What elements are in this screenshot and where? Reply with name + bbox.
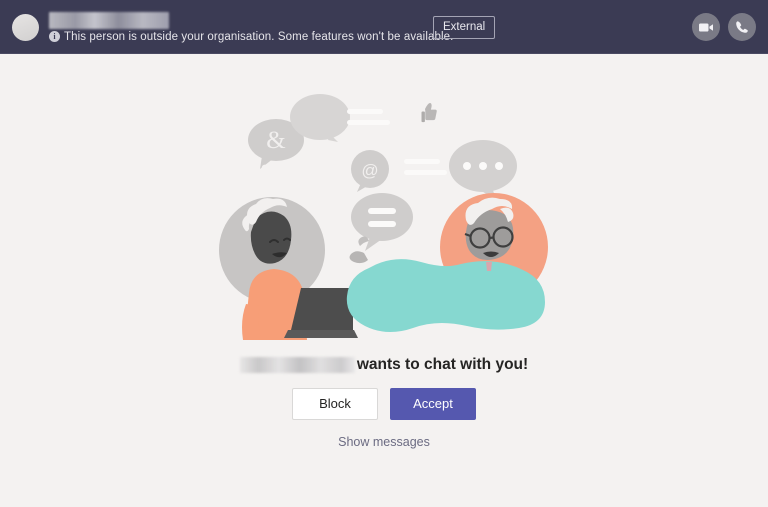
person-with-laptop	[219, 197, 358, 340]
chat-invite-illustration: & @	[204, 90, 564, 340]
text-lines-mid	[404, 159, 447, 175]
at-mention-bubble: @	[351, 150, 389, 192]
header-actions	[692, 0, 756, 54]
external-badge[interactable]: External	[433, 16, 496, 39]
external-notice-text: This person is outside your organisation…	[64, 30, 454, 43]
info-circle-icon: i	[49, 31, 60, 42]
teams-chat-invite-screen: i This person is outside your organisati…	[0, 0, 768, 507]
typing-dots	[249, 164, 281, 173]
accept-button[interactable]: Accept	[390, 388, 476, 420]
show-messages-link[interactable]: Show messages	[338, 435, 430, 449]
invite-actions: Block Accept	[292, 388, 476, 420]
thumbs-up-icon	[421, 103, 437, 123]
phone-icon	[735, 20, 749, 34]
invite-headline-text: wants to chat with you!	[356, 356, 529, 373]
header-contact-block: i This person is outside your organisati…	[12, 0, 453, 54]
chat-header-bar: i This person is outside your organisati…	[0, 0, 768, 54]
block-button[interactable]: Block	[292, 388, 378, 420]
invite-headline: wants to chat with you!	[239, 356, 529, 374]
header-text-column: i This person is outside your organisati…	[49, 11, 453, 43]
audio-call-button[interactable]	[728, 13, 756, 41]
video-call-button[interactable]	[692, 13, 720, 41]
invite-main-content: & @ wants to chat with you! Block Accept…	[0, 54, 768, 507]
video-camera-icon	[698, 22, 714, 33]
avatar	[12, 13, 39, 41]
svg-text:@: @	[361, 161, 378, 180]
illustration-svg: & @	[219, 94, 548, 340]
contact-name-redacted	[49, 11, 169, 29]
svg-text:&: &	[266, 127, 285, 154]
show-messages-row: Show messages	[338, 433, 430, 451]
external-notice: i This person is outside your organisati…	[49, 31, 453, 43]
ellipsis-bubble	[449, 140, 517, 200]
text-lines-top	[347, 109, 390, 125]
inviter-name-redacted	[239, 357, 355, 373]
